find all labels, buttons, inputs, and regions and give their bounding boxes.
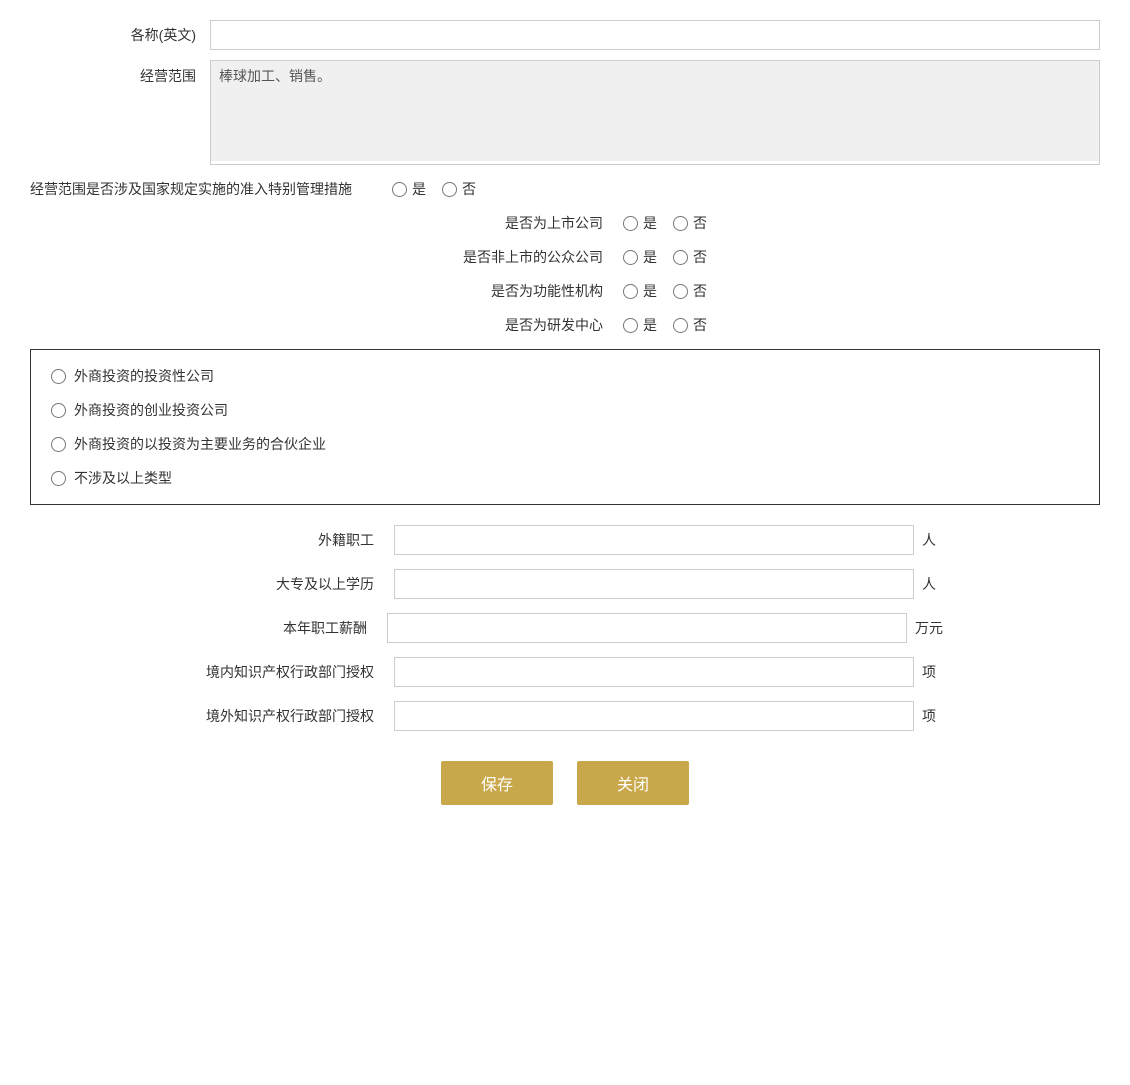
listed-company-radio-group: 是 否 — [623, 213, 707, 233]
non-listed-yes-label: 是 — [643, 247, 657, 267]
college-edu-label: 大专及以上学历 — [194, 574, 394, 594]
investment-type-radio-1[interactable] — [51, 369, 66, 384]
investment-type-option-4[interactable]: 不涉及以上类型 — [51, 468, 1079, 488]
investment-type-option-1[interactable]: 外商投资的投资性公司 — [51, 366, 1079, 386]
non-listed-yes-option[interactable]: 是 — [623, 247, 657, 267]
foreign-workers-row: 外籍职工 人 — [30, 525, 1100, 555]
functional-org-radio-group: 是 否 — [623, 281, 707, 301]
college-edu-unit: 人 — [922, 574, 936, 594]
investment-type-radio-3[interactable] — [51, 437, 66, 452]
functional-no-radio[interactable] — [673, 284, 688, 299]
listed-yes-label: 是 — [643, 213, 657, 233]
college-edu-input[interactable] — [394, 569, 914, 599]
annual-salary-row: 本年职工薪酬 万元 — [30, 613, 1100, 643]
rd-center-row: 是否为研发中心 是 否 — [30, 315, 1100, 335]
foreign-ip-label: 境外知识产权行政部门授权 — [194, 706, 394, 726]
special-management-no-option[interactable]: 否 — [442, 179, 476, 199]
save-button[interactable]: 保存 — [441, 761, 553, 805]
investment-type-label-2: 外商投资的创业投资公司 — [74, 400, 228, 420]
foreign-ip-input[interactable] — [394, 701, 914, 731]
investment-type-label-1: 外商投资的投资性公司 — [74, 366, 214, 386]
rd-center-radio-group: 是 否 — [623, 315, 707, 335]
non-listed-no-label: 否 — [693, 247, 707, 267]
name-en-input[interactable] — [210, 20, 1100, 50]
domestic-ip-unit: 项 — [922, 662, 936, 682]
functional-yes-option[interactable]: 是 — [623, 281, 657, 301]
functional-org-row: 是否为功能性机构 是 否 — [30, 281, 1100, 301]
listed-yes-option[interactable]: 是 — [623, 213, 657, 233]
business-scope-textarea[interactable]: 棒球加工、销售。 — [211, 61, 1099, 161]
annual-salary-unit: 万元 — [915, 618, 943, 638]
non-listed-no-option[interactable]: 否 — [673, 247, 707, 267]
functional-no-label: 否 — [693, 281, 707, 301]
business-scope-row: 经营范围 棒球加工、销售。 — [30, 60, 1100, 165]
rd-yes-option[interactable]: 是 — [623, 315, 657, 335]
special-management-yes-option[interactable]: 是 — [392, 179, 426, 199]
name-en-row: 各称(英文) — [30, 20, 1100, 50]
rd-no-radio[interactable] — [673, 318, 688, 333]
non-listed-public-label: 是否非上市的公众公司 — [423, 247, 623, 267]
investment-type-option-2[interactable]: 外商投资的创业投资公司 — [51, 400, 1079, 420]
investment-type-radio-4[interactable] — [51, 471, 66, 486]
listed-company-row: 是否为上市公司 是 否 — [30, 213, 1100, 233]
investment-type-option-3[interactable]: 外商投资的以投资为主要业务的合伙企业 — [51, 434, 1079, 454]
special-management-label: 经营范围是否涉及国家规定实施的准入特别管理措施 — [30, 179, 352, 199]
investment-type-radio-2[interactable] — [51, 403, 66, 418]
listed-no-label: 否 — [693, 213, 707, 233]
special-management-yes-label: 是 — [412, 179, 426, 199]
annual-salary-input[interactable] — [387, 613, 907, 643]
investment-type-label-3: 外商投资的以投资为主要业务的合伙企业 — [74, 434, 326, 454]
special-management-row: 经营范围是否涉及国家规定实施的准入特别管理措施 是 否 — [30, 179, 1100, 199]
listed-no-radio[interactable] — [673, 216, 688, 231]
annual-salary-label: 本年职工薪酬 — [187, 618, 387, 638]
rd-yes-radio[interactable] — [623, 318, 638, 333]
college-edu-row: 大专及以上学历 人 — [30, 569, 1100, 599]
non-listed-no-radio[interactable] — [673, 250, 688, 265]
rd-no-option[interactable]: 否 — [673, 315, 707, 335]
foreign-ip-unit: 项 — [922, 706, 936, 726]
investment-type-box: 外商投资的投资性公司 外商投资的创业投资公司 外商投资的以投资为主要业务的合伙企… — [30, 349, 1100, 505]
domestic-ip-row: 境内知识产权行政部门授权 项 — [30, 657, 1100, 687]
business-scope-label: 经营范围 — [30, 60, 210, 86]
investment-type-label-4: 不涉及以上类型 — [74, 468, 172, 488]
business-scope-wrapper: 棒球加工、销售。 — [210, 60, 1100, 165]
non-listed-yes-radio[interactable] — [623, 250, 638, 265]
rd-center-label: 是否为研发中心 — [423, 315, 623, 335]
special-management-radio-group: 是 否 — [392, 179, 476, 199]
special-management-yes-radio[interactable] — [392, 182, 407, 197]
functional-no-option[interactable]: 否 — [673, 281, 707, 301]
non-listed-public-radio-group: 是 否 — [623, 247, 707, 267]
foreign-ip-row: 境外知识产权行政部门授权 项 — [30, 701, 1100, 731]
listed-no-option[interactable]: 否 — [673, 213, 707, 233]
special-management-no-radio[interactable] — [442, 182, 457, 197]
listed-company-label: 是否为上市公司 — [423, 213, 623, 233]
rd-no-label: 否 — [693, 315, 707, 335]
name-en-label: 各称(英文) — [30, 25, 210, 45]
functional-yes-radio[interactable] — [623, 284, 638, 299]
domestic-ip-label: 境内知识产权行政部门授权 — [194, 662, 394, 682]
domestic-ip-input[interactable] — [394, 657, 914, 687]
close-button[interactable]: 关闭 — [577, 761, 689, 805]
listed-yes-radio[interactable] — [623, 216, 638, 231]
functional-yes-label: 是 — [643, 281, 657, 301]
foreign-workers-input[interactable] — [394, 525, 914, 555]
special-management-no-label: 否 — [462, 179, 476, 199]
foreign-workers-label: 外籍职工 — [194, 530, 394, 550]
non-listed-public-row: 是否非上市的公众公司 是 否 — [30, 247, 1100, 267]
functional-org-label: 是否为功能性机构 — [423, 281, 623, 301]
foreign-workers-unit: 人 — [922, 530, 936, 550]
button-row: 保存 关闭 — [30, 761, 1100, 825]
rd-yes-label: 是 — [643, 315, 657, 335]
